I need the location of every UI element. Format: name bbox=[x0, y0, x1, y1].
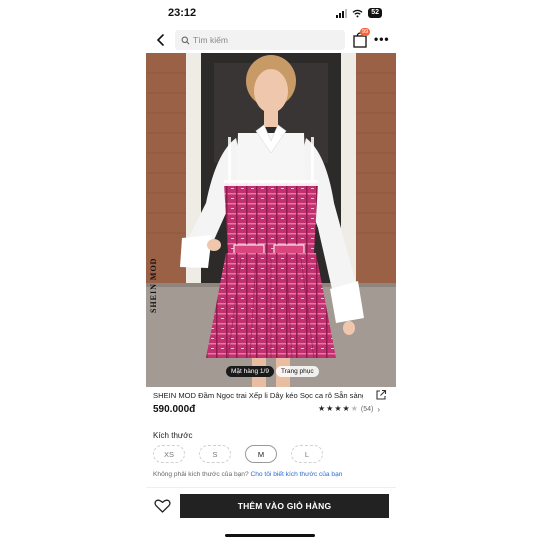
size-help-link[interactable]: Cho tôi biết kích thước của bạn bbox=[250, 471, 342, 478]
divider bbox=[146, 487, 396, 488]
half-star-icon: ★ bbox=[350, 404, 358, 413]
brand-watermark: SHEIN MOD bbox=[149, 257, 158, 313]
tab-item-counter[interactable]: Mặt hàng 1/9 bbox=[226, 366, 274, 377]
size-help: Không phải kích thước của bạn? Cho tôi b… bbox=[153, 471, 342, 478]
size-options: XS S M L bbox=[153, 445, 323, 463]
product-price: 590.000đ bbox=[153, 404, 196, 415]
status-bar: 23:12 52 bbox=[146, 6, 396, 22]
size-option-s[interactable]: S bbox=[199, 445, 231, 463]
review-count: (54) bbox=[360, 405, 374, 413]
size-help-question: Không phải kích thước của bạn? bbox=[153, 471, 249, 478]
size-option-xs[interactable]: XS bbox=[153, 445, 185, 463]
add-to-cart-button[interactable]: THÊM VÀO GIỎ HÀNG bbox=[180, 494, 389, 518]
product-title: SHEIN MOD Đầm Ngọc trai Xếp li Dây kéo S… bbox=[153, 391, 363, 400]
battery-icon: 52 bbox=[368, 8, 382, 18]
product-image[interactable]: SHEIN MOD Mặt hàng 1/9 Trang phục bbox=[146, 53, 396, 387]
star-icon: ★ bbox=[318, 404, 326, 413]
status-time: 23:12 bbox=[168, 7, 197, 19]
status-icons: 52 bbox=[336, 8, 382, 18]
wishlist-heart-icon[interactable] bbox=[154, 498, 171, 514]
size-option-l[interactable]: L bbox=[291, 445, 323, 463]
search-icon bbox=[181, 36, 190, 44]
star-icon: ★ bbox=[334, 404, 342, 413]
more-options-icon[interactable]: ••• bbox=[374, 33, 390, 45]
tab-outfit[interactable]: Trang phục bbox=[275, 366, 319, 377]
size-section-label: Kích thước bbox=[153, 431, 193, 440]
product-photo-illustration bbox=[146, 53, 396, 387]
size-option-m[interactable]: M bbox=[245, 445, 277, 463]
bag-count-badge: 99 bbox=[360, 28, 371, 36]
star-icon: ★ bbox=[326, 404, 334, 413]
wifi-icon bbox=[352, 9, 363, 17]
back-arrow-icon[interactable] bbox=[154, 32, 168, 48]
rating-summary[interactable]: ★ ★ ★ ★ ★ (54) › bbox=[318, 404, 380, 414]
chevron-right-icon: › bbox=[377, 404, 380, 414]
share-icon[interactable] bbox=[375, 389, 387, 401]
top-nav: 99 ••• bbox=[146, 28, 396, 52]
home-indicator bbox=[225, 534, 315, 537]
phone-screen: 23:12 52 99 ••• bbox=[146, 0, 396, 543]
search-bar[interactable] bbox=[175, 30, 345, 50]
star-icon: ★ bbox=[342, 404, 350, 413]
search-input[interactable] bbox=[193, 35, 333, 45]
image-tabs: Mặt hàng 1/9 Trang phục bbox=[226, 366, 319, 377]
signal-icon bbox=[336, 8, 348, 18]
